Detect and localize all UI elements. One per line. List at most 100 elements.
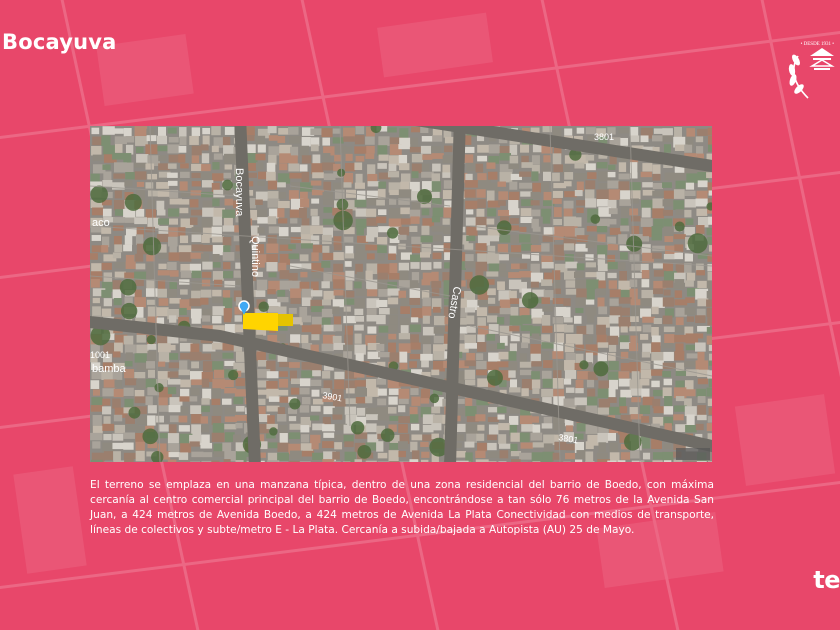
rooftop (609, 289, 621, 298)
rooftop (255, 191, 268, 201)
rooftop (190, 371, 203, 380)
rooftop (466, 162, 476, 172)
rooftop (398, 189, 412, 198)
rooftop (377, 388, 387, 396)
rooftop (310, 128, 323, 135)
rooftop (706, 227, 712, 236)
rooftop (178, 425, 190, 432)
rooftop (707, 127, 712, 136)
tree-canopy (128, 406, 141, 419)
rooftop (224, 198, 234, 206)
rooftop (464, 369, 476, 380)
rooftop (598, 306, 608, 315)
rooftop (147, 405, 157, 414)
rooftop (521, 424, 535, 432)
rooftop (629, 326, 642, 332)
rooftop (354, 281, 362, 289)
rooftop (387, 171, 400, 178)
rooftop (278, 306, 287, 315)
rooftop (200, 172, 213, 180)
rooftop (322, 371, 331, 379)
rooftop (289, 172, 303, 179)
rooftop (135, 441, 145, 451)
rooftop (422, 344, 432, 355)
rooftop (400, 173, 411, 183)
rooftop (519, 361, 532, 368)
rooftop (343, 344, 355, 352)
rooftop (332, 414, 343, 420)
rooftop (477, 442, 487, 452)
rooftop (464, 360, 476, 367)
rooftop (420, 398, 430, 404)
rooftop (685, 297, 695, 304)
rooftop (697, 128, 708, 136)
rooftop (563, 298, 571, 306)
rooftop (343, 136, 355, 142)
rooftop (134, 162, 147, 168)
tree-canopy (142, 428, 159, 445)
rooftop (288, 190, 299, 200)
rooftop (409, 414, 419, 423)
rooftop (663, 326, 675, 333)
rooftop (542, 378, 555, 388)
rooftop (113, 162, 127, 173)
rooftop (640, 171, 652, 178)
rooftop (421, 451, 430, 458)
rooftop (421, 163, 430, 172)
rooftop (277, 208, 285, 218)
rooftop (695, 360, 709, 371)
rooftop (398, 398, 409, 404)
rooftop (389, 442, 399, 450)
rooftop (344, 325, 353, 336)
rooftop (322, 218, 334, 225)
rooftop (410, 317, 419, 323)
rooftop (476, 189, 486, 198)
rooftop (674, 290, 683, 298)
rooftop (301, 397, 311, 405)
rooftop (322, 459, 335, 462)
rooftop (552, 198, 562, 204)
rooftop (631, 263, 641, 271)
rooftop (630, 414, 643, 420)
rooftop (455, 450, 466, 458)
rooftop (575, 333, 583, 345)
rooftop (256, 351, 266, 361)
rooftop (145, 163, 155, 170)
rooftop (365, 208, 377, 217)
rooftop (565, 387, 575, 393)
rooftop (343, 127, 356, 138)
rooftop (706, 326, 712, 334)
rooftop (334, 154, 342, 162)
rooftop (167, 379, 181, 385)
rooftop (410, 216, 420, 224)
rooftop (201, 425, 210, 433)
rooftop (585, 461, 595, 462)
rooftop (377, 163, 387, 169)
rooftop (211, 398, 221, 406)
rooftop (464, 271, 473, 280)
rooftop (134, 371, 146, 379)
rooftop (212, 423, 225, 433)
rooftop (234, 415, 248, 421)
rooftop (212, 262, 221, 268)
rooftop (211, 342, 225, 350)
rooftop (486, 333, 496, 341)
rooftop (552, 218, 563, 226)
rooftop (310, 208, 318, 216)
rooftop (178, 452, 189, 460)
rooftop (697, 414, 707, 421)
rooftop (354, 298, 366, 309)
rooftop (653, 263, 664, 269)
page-title: Bocayuva (2, 30, 117, 54)
rooftop (487, 171, 498, 180)
rooftop (354, 135, 365, 145)
rooftop (167, 236, 178, 247)
rooftop (190, 405, 202, 415)
rooftop (455, 460, 469, 462)
rooftop (420, 235, 433, 243)
tree-canopy (386, 227, 399, 239)
rooftop (191, 451, 204, 458)
rooftop (630, 450, 640, 459)
rooftop (663, 351, 674, 361)
rooftop (586, 225, 599, 232)
